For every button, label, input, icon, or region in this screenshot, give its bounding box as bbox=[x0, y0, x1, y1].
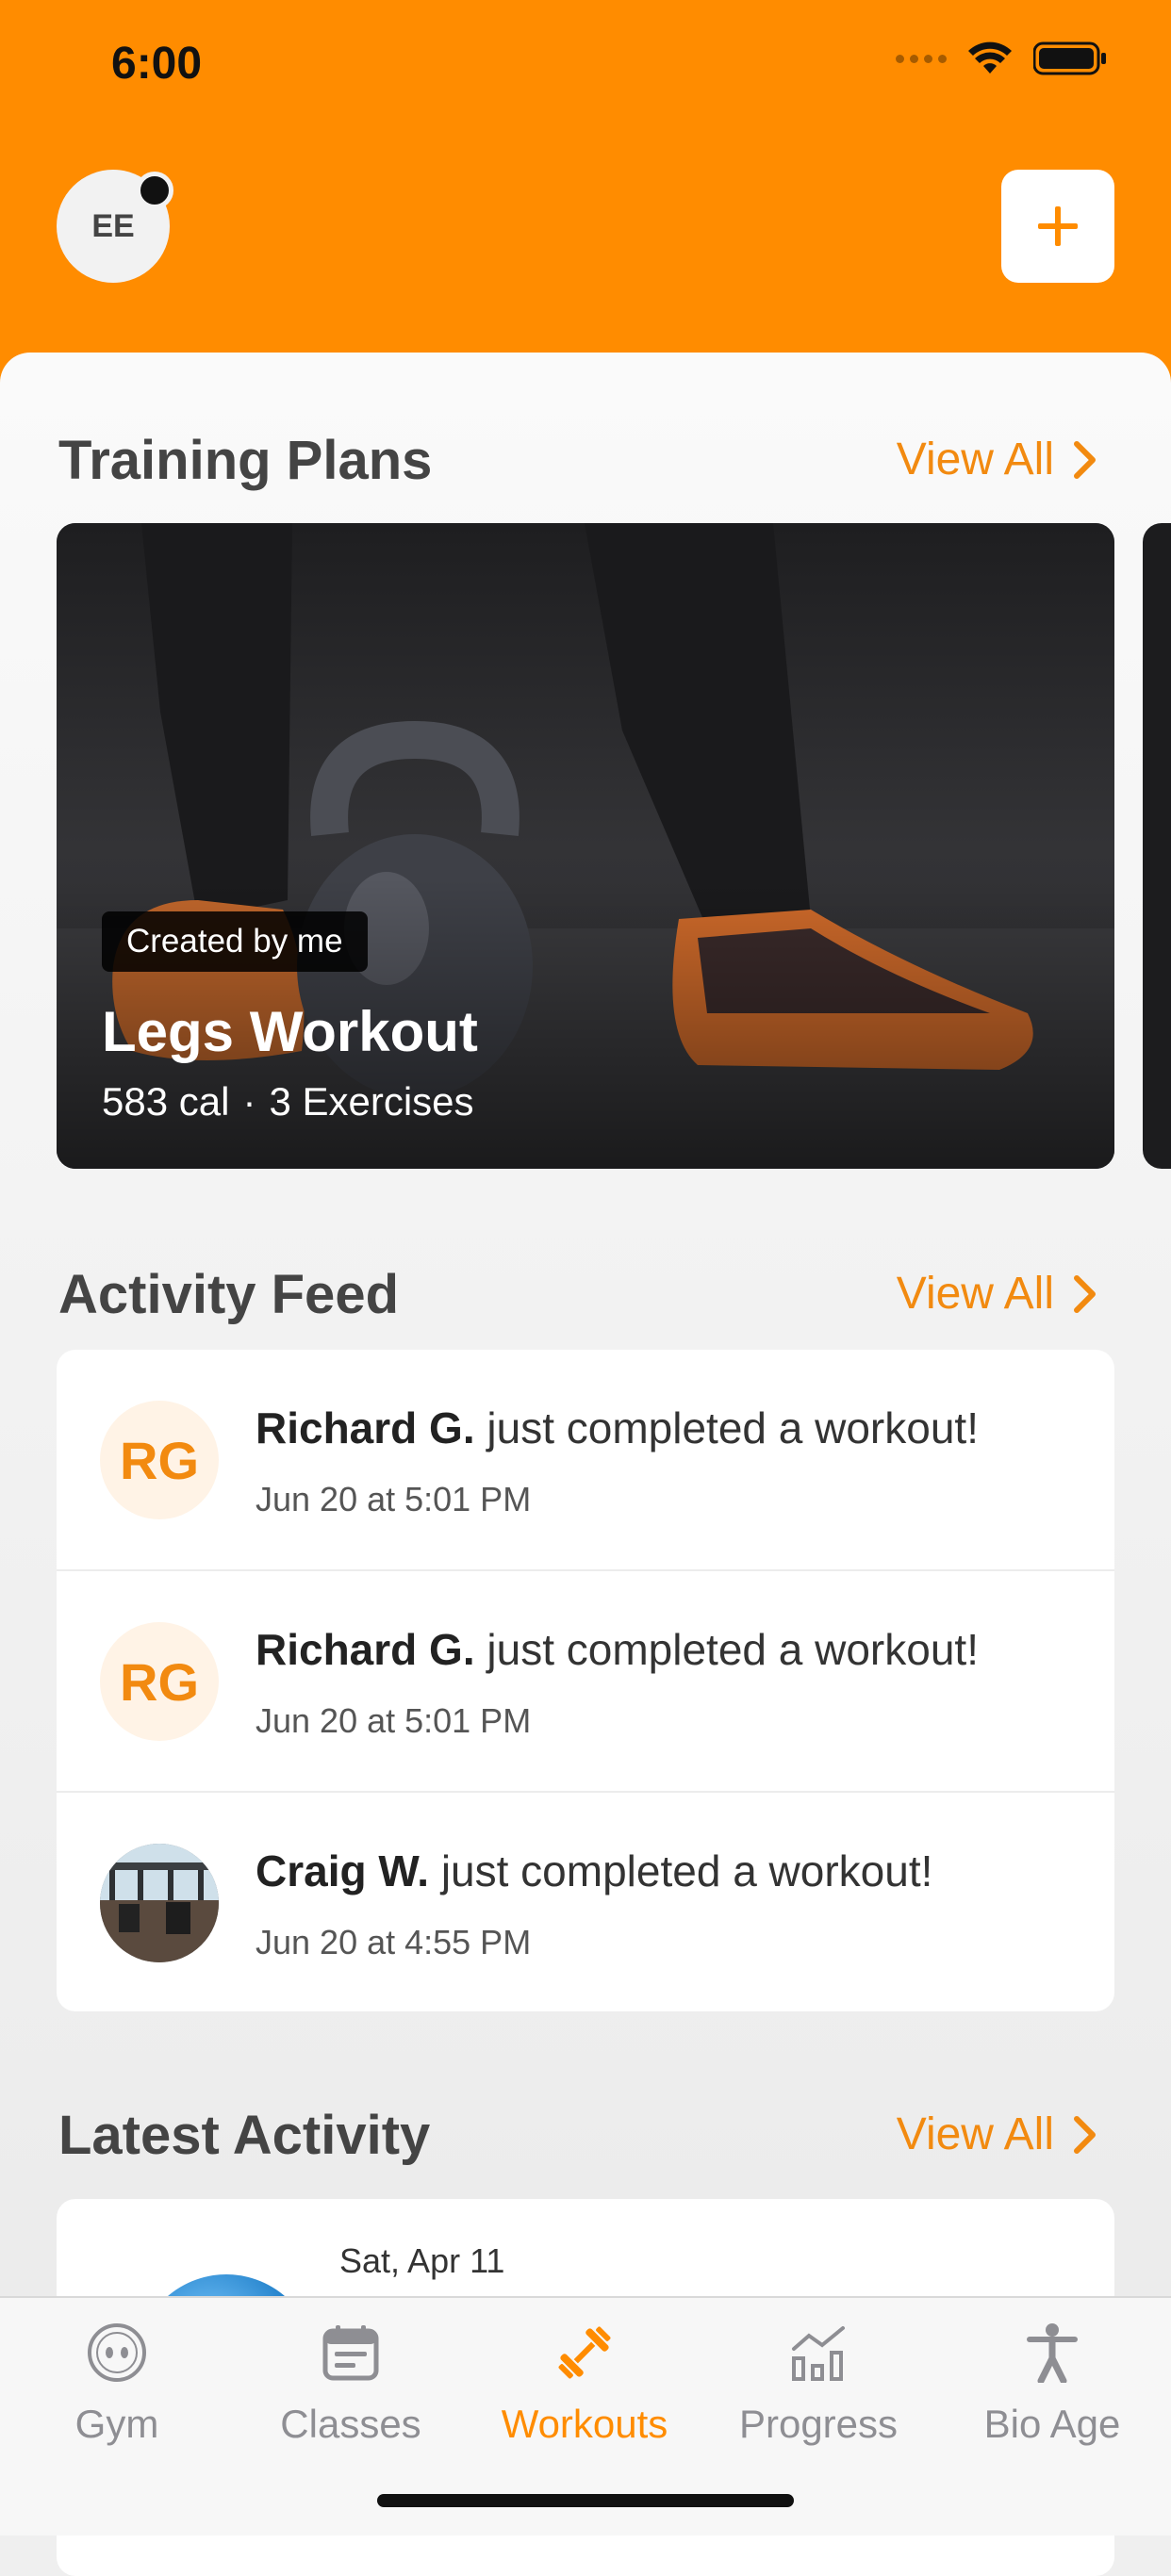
training-plans-title: Training Plans bbox=[58, 430, 433, 491]
activity-feed-title: Activity Feed bbox=[58, 1264, 399, 1325]
notification-dot bbox=[136, 172, 173, 209]
workout-photo bbox=[57, 523, 1114, 1169]
user-photo-avatar bbox=[100, 1844, 219, 1962]
feed-time: Jun 20 at 5:01 PM bbox=[256, 1701, 532, 1740]
view-all-label: View All bbox=[896, 2109, 1054, 2159]
next-plan-card[interactable] bbox=[1143, 523, 1171, 1169]
tab-progress[interactable]: Progress bbox=[701, 2315, 935, 2447]
feed-text: Richard G. just completed a workout! bbox=[256, 1403, 979, 1453]
home-indicator[interactable] bbox=[377, 2494, 794, 2507]
feed-item[interactable]: RG Richard G. just completed a workout! … bbox=[57, 1350, 1114, 1571]
chevron-right-icon bbox=[1074, 1274, 1096, 1313]
status-icons bbox=[896, 41, 1107, 75]
plan-meta-separator: · bbox=[242, 1079, 256, 1124]
chevron-right-icon bbox=[1074, 440, 1096, 479]
feed-text: Richard G. just completed a workout! bbox=[256, 1624, 979, 1675]
tab-label: Workouts bbox=[501, 2402, 668, 2446]
activity-feed-view-all[interactable]: View All bbox=[897, 1268, 1097, 1320]
person-icon bbox=[1027, 2323, 1078, 2383]
latest-activity-date: Sat, Apr 11 bbox=[339, 2241, 505, 2280]
user-avatar: RG bbox=[100, 1401, 219, 1519]
feed-item[interactable]: Craig W. just completed a workout! Jun 2… bbox=[57, 1793, 1114, 2011]
feed-text: Craig W. just completed a workout! bbox=[256, 1846, 932, 1896]
feed-time: Jun 20 at 4:55 PM bbox=[256, 1923, 532, 1961]
feed-action: just completed a workout! bbox=[487, 1403, 979, 1452]
tab-workouts[interactable]: Workouts bbox=[468, 2315, 701, 2447]
latest-activity-title: Latest Activity bbox=[58, 2105, 431, 2166]
status-time: 6:00 bbox=[111, 39, 203, 89]
user-avatar: RG bbox=[100, 1622, 219, 1741]
tab-label: Bio Age bbox=[983, 2402, 1121, 2446]
feed-item[interactable]: RG Richard G. just completed a workout! … bbox=[57, 1571, 1114, 1793]
tab-label: Progress bbox=[738, 2402, 899, 2446]
tab-classes[interactable]: Classes bbox=[234, 2315, 468, 2447]
feed-action: just completed a workout! bbox=[487, 1625, 979, 1674]
plan-calories: 583 cal bbox=[102, 1079, 230, 1124]
plan-tag: Created by me bbox=[102, 911, 368, 972]
add-button[interactable] bbox=[1001, 170, 1114, 283]
plan-exercises: 3 Exercises bbox=[269, 1079, 474, 1124]
tab-label: Gym bbox=[74, 2402, 159, 2446]
chevron-right-icon bbox=[1074, 2115, 1096, 2154]
training-plan-card[interactable]: Created by me Legs Workout 583 cal · 3 E… bbox=[57, 523, 1114, 1169]
view-all-label: View All bbox=[896, 1269, 1054, 1319]
training-plans-view-all[interactable]: View All bbox=[897, 434, 1097, 485]
latest-activity-view-all[interactable]: View All bbox=[897, 2108, 1097, 2160]
dumbbell-icon bbox=[558, 2326, 611, 2379]
calendar-icon bbox=[322, 2325, 379, 2381]
chart-icon bbox=[792, 2326, 845, 2381]
plan-meta: 583 cal · 3 Exercises bbox=[102, 1079, 474, 1124]
battery-icon bbox=[1033, 41, 1106, 75]
view-all-label: View All bbox=[896, 435, 1054, 484]
feed-action: just completed a workout! bbox=[440, 1846, 933, 1895]
gym-face-icon bbox=[88, 2323, 146, 2382]
gym-photo bbox=[100, 1844, 219, 1962]
plus-icon bbox=[1038, 206, 1078, 246]
profile-avatar-initials: EE bbox=[91, 207, 135, 244]
feed-time: Jun 20 at 5:01 PM bbox=[256, 1480, 532, 1518]
feed-user-name: Richard G. bbox=[256, 1625, 475, 1674]
wifi-icon bbox=[968, 41, 1012, 74]
feed-user-name: Craig W. bbox=[256, 1846, 430, 1895]
tab-bio-age[interactable]: Bio Age bbox=[935, 2315, 1169, 2447]
signal-icon bbox=[896, 54, 947, 63]
feed-user-name: Richard G. bbox=[256, 1403, 475, 1452]
tab-gym[interactable]: Gym bbox=[0, 2315, 234, 2447]
activity-feed-list: RG Richard G. just completed a workout! … bbox=[57, 1350, 1114, 2011]
tab-label: Classes bbox=[280, 2402, 421, 2446]
plan-title: Legs Workout bbox=[102, 1000, 478, 1063]
profile-avatar[interactable]: EE bbox=[57, 170, 173, 283]
